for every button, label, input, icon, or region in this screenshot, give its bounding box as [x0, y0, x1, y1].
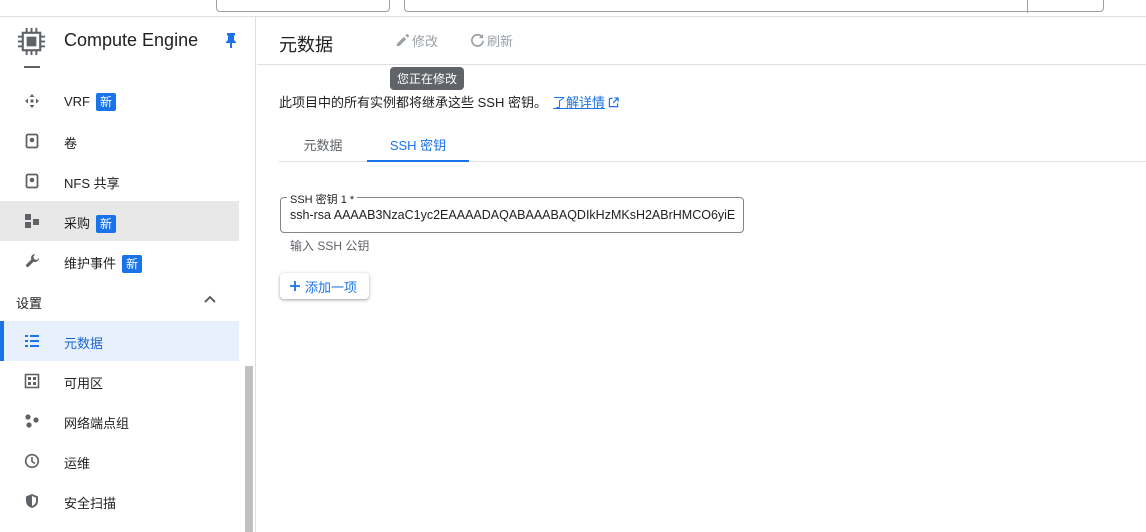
sidebar: Compute Engine VRF 新 卷 NFS 共享 采购 新 维护事件 … [0, 17, 256, 532]
pencil-icon [396, 33, 410, 47]
sidebar-item-metadata[interactable]: 元数据 [0, 321, 239, 361]
new-badge: 新 [96, 215, 117, 233]
search-divider [1027, 0, 1028, 13]
top-bar [0, 0, 1146, 17]
shield-icon [26, 494, 38, 508]
pin-icon[interactable] [224, 32, 238, 48]
tab-bar: 元数据 SSH 密钥 [279, 124, 1146, 162]
new-badge: 新 [122, 255, 143, 273]
sidebar-item-label: NFS 共享 [64, 176, 120, 191]
project-selector[interactable] [216, 0, 390, 12]
tab-ssh-keys[interactable]: SSH 密钥 [367, 124, 469, 162]
zones-icon [24, 373, 40, 389]
add-item-button[interactable]: 添加一项 [280, 273, 369, 299]
edit-label: 修改 [412, 34, 439, 49]
disk-icon [25, 133, 39, 149]
page-header: 元数据 修改 刷新 [257, 17, 1146, 65]
description-text: 此项目中的所有实例都将继承这些 SSH 密钥。 了解详情 [279, 92, 619, 111]
ssh-key-input[interactable]: ssh-rsa AAAAB3NzaC1yc2EAAAADAQABAAABAQDI… [290, 208, 740, 222]
external-link-icon [608, 97, 619, 108]
product-title: Compute Engine [64, 30, 199, 50]
edit-tooltip: 您正在修改 [390, 67, 465, 90]
sidebar-item-zones[interactable]: 可用区 [0, 361, 239, 401]
page-title: 元数据 [279, 35, 333, 55]
sidebar-item-label: 采购新 [64, 213, 117, 233]
refresh-button[interactable]: 刷新 [470, 31, 513, 50]
plus-icon [290, 281, 300, 291]
sidebar-item-label: 维护事件新 [64, 253, 143, 273]
search-bar[interactable] [404, 0, 1104, 13]
sidebar-item-label: 卷 [64, 136, 78, 151]
sidebar-item-operations[interactable]: 运维 [0, 441, 239, 481]
sidebar-item-label: VRF 新 [64, 93, 117, 111]
chevron-up-icon [204, 295, 216, 303]
nodes-icon [25, 414, 39, 428]
learn-more-link[interactable]: 了解详情 [553, 95, 605, 110]
sidebar-item-label: 安全扫描 [64, 496, 117, 511]
ssh-key-hint: 输入 SSH 公钥 [290, 239, 370, 253]
refresh-icon [471, 33, 484, 47]
cut-off-icon [24, 64, 40, 68]
move-icon [25, 94, 39, 108]
sidebar-item-label: 网络端点组 [64, 416, 130, 431]
sidebar-item-label: 运维 [64, 456, 91, 471]
wrench-icon [25, 254, 39, 268]
app-root: Compute Engine VRF 新 卷 NFS 共享 采购 新 维护事件 … [0, 0, 1146, 532]
active-indicator [0, 321, 4, 361]
sidebar-item-label: 元数据 [64, 336, 104, 351]
sidebar-item-nfs[interactable]: NFS 共享 [0, 161, 239, 201]
clock-icon [24, 453, 40, 469]
purchase-icon [25, 214, 39, 228]
tab-metadata[interactable]: 元数据 [279, 124, 367, 162]
ssh-key-field[interactable]: SSH 密钥 1 * ssh-rsa AAAAB3NzaC1yc2EAAAADA… [280, 191, 744, 233]
ssh-key-field-label: SSH 密钥 1 * [287, 191, 358, 207]
disk-icon [25, 173, 39, 189]
sidebar-item-label: 可用区 [64, 376, 104, 391]
sidebar-scrollbar[interactable] [245, 366, 253, 532]
sidebar-item-volumes[interactable]: 卷 [0, 121, 239, 161]
list-icon [25, 335, 39, 347]
sidebar-item-vrf[interactable]: VRF 新 [0, 81, 239, 121]
refresh-label: 刷新 [487, 34, 514, 49]
sidebar-item-neg[interactable]: 网络端点组 [0, 401, 239, 441]
settings-section-header[interactable]: 设置 [0, 281, 239, 321]
sidebar-header: Compute Engine [0, 17, 255, 65]
compute-engine-icon [17, 27, 46, 56]
main-content: 元数据 修改 刷新 您正在修改 此项目中的所有实例都将继承这些 SSH 密钥。了… [257, 17, 1146, 532]
description-body: 此项目中的所有实例都将继承这些 SSH 密钥。 [279, 95, 547, 110]
section-label: 设置 [16, 296, 43, 311]
edit-button[interactable]: 修改 [395, 31, 438, 50]
sidebar-item-purchase[interactable]: 采购新 [0, 201, 239, 241]
sidebar-item-maintenance[interactable]: 维护事件新 [0, 241, 239, 281]
new-badge: 新 [96, 93, 117, 111]
add-item-label: 添加一项 [305, 279, 358, 295]
sidebar-item-security-scan[interactable]: 安全扫描 [0, 481, 239, 521]
